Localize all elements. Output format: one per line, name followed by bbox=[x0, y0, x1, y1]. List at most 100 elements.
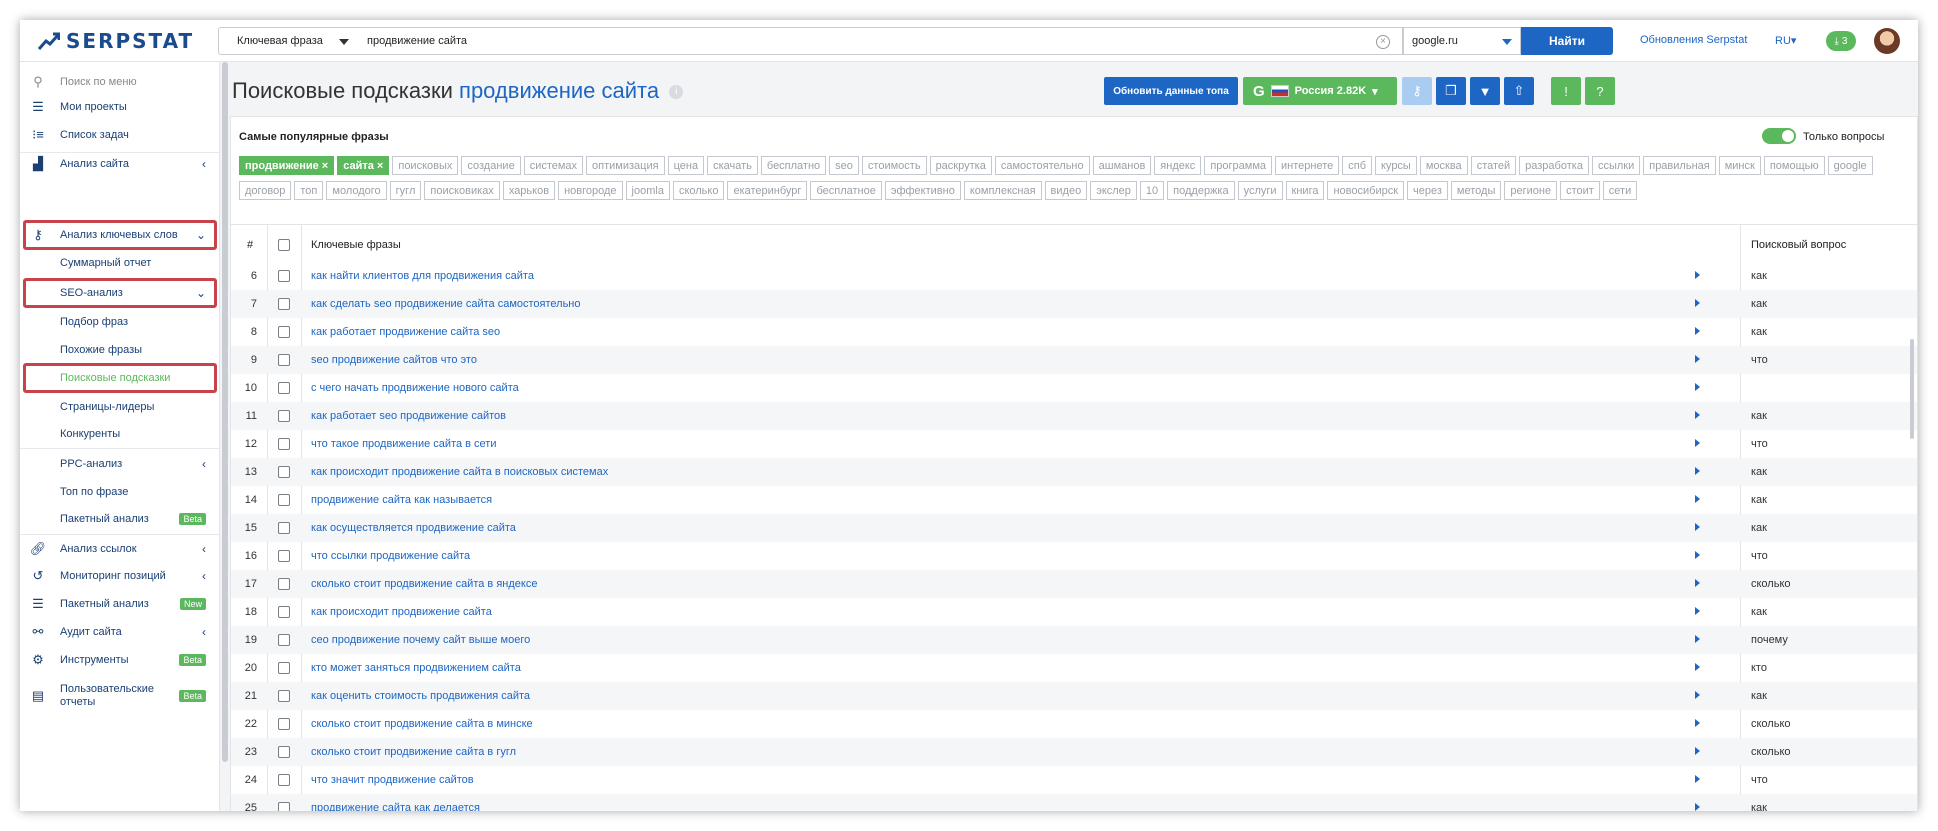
keyword-link[interactable]: что значит продвижение сайтов bbox=[311, 774, 474, 786]
tag-filter[interactable]: через bbox=[1407, 181, 1448, 200]
sidebar-item-my-projects[interactable]: ☰ Мои проекты bbox=[20, 93, 220, 121]
sidebar-item-search-suggestions[interactable]: Поисковые подсказки bbox=[20, 364, 220, 392]
sidebar-item-batch-analysis-beta[interactable]: Пакетный анализ Beta bbox=[20, 505, 220, 533]
tag-filter[interactable]: методы bbox=[1450, 181, 1502, 200]
downloads-badge[interactable]: ⤓ 3 bbox=[1826, 31, 1856, 51]
sidebar-item-phrase-selection[interactable]: Подбор фраз bbox=[20, 308, 220, 336]
tag-filter[interactable]: цена bbox=[667, 156, 705, 175]
tag-filter[interactable]: гугл bbox=[389, 181, 422, 200]
tag-filter[interactable]: регионе bbox=[1504, 181, 1558, 200]
keyword-link[interactable]: с чего начать продвижение нового сайта bbox=[311, 382, 519, 394]
tag-filter[interactable]: поисковиках bbox=[424, 181, 500, 200]
tag-filter[interactable]: ашманов bbox=[1092, 156, 1152, 175]
select-all-checkbox[interactable] bbox=[278, 239, 290, 251]
clear-icon[interactable]: × bbox=[1376, 35, 1390, 49]
tag-filter[interactable]: топ bbox=[294, 181, 324, 200]
sidebar-item-position-monitoring[interactable]: ↺ Мониторинг позиций ‹ bbox=[20, 562, 220, 590]
tag-filter[interactable]: услуги bbox=[1237, 181, 1283, 200]
tag-filter[interactable]: экслер bbox=[1090, 181, 1137, 200]
sidebar-item-top-by-phrase[interactable]: Топ по фразе bbox=[20, 478, 220, 506]
tag-filter[interactable]: москва bbox=[1419, 156, 1468, 175]
update-top-button[interactable]: Обновить данные топа bbox=[1104, 77, 1238, 105]
expand-arrow-icon[interactable] bbox=[1695, 663, 1700, 671]
keyword-link[interactable]: как оценить стоимость продвижения сайта bbox=[311, 690, 530, 702]
tag-filter[interactable]: самостоятельно bbox=[994, 156, 1090, 175]
keyword-link[interactable]: продвижение сайта как делается bbox=[311, 802, 480, 811]
expand-arrow-icon[interactable] bbox=[1695, 607, 1700, 615]
keyword-link[interactable]: сколько стоит продвижение сайта в гугл bbox=[311, 746, 516, 758]
database-select[interactable]: google.ru bbox=[1403, 27, 1521, 55]
tag-filter[interactable]: яндекс bbox=[1154, 156, 1202, 175]
sidebar-item-custom-reports[interactable]: ▤ Пользовательские отчеты Beta bbox=[20, 678, 220, 714]
tag-filter[interactable]: сколько bbox=[672, 181, 725, 200]
sidebar-scrollbar[interactable] bbox=[222, 62, 228, 762]
tag-filter[interactable]: оптимизация bbox=[586, 156, 665, 175]
selected-tag[interactable]: продвижение × bbox=[239, 156, 335, 175]
search-input[interactable]: продвижение сайта × bbox=[357, 27, 1403, 55]
tag-filter[interactable]: раскрутка bbox=[929, 156, 992, 175]
keyword-link[interactable]: как работает seo продвижение сайтов bbox=[311, 410, 506, 422]
tag-filter[interactable]: seo bbox=[829, 156, 859, 175]
tag-filter[interactable]: скачать bbox=[707, 156, 758, 175]
expand-arrow-icon[interactable] bbox=[1695, 775, 1700, 783]
tag-filter[interactable]: книга bbox=[1285, 181, 1325, 200]
tag-filter[interactable]: сети bbox=[1602, 181, 1638, 200]
tag-filter[interactable]: помощью bbox=[1763, 156, 1825, 175]
keyword-link[interactable]: сео продвижение почему сайт выше моего bbox=[311, 634, 530, 646]
tag-filter[interactable]: разработка bbox=[1519, 156, 1589, 175]
filter-button[interactable]: ▼ bbox=[1470, 77, 1500, 105]
expand-arrow-icon[interactable] bbox=[1695, 327, 1700, 335]
copy-button[interactable]: ❐ bbox=[1436, 77, 1466, 105]
expand-arrow-icon[interactable] bbox=[1695, 439, 1700, 447]
keyword-link[interactable]: продвижение сайта как называется bbox=[311, 494, 492, 506]
tag-filter[interactable]: бесплатно bbox=[760, 156, 827, 175]
row-checkbox[interactable] bbox=[278, 270, 290, 282]
row-checkbox[interactable] bbox=[278, 578, 290, 590]
tag-filter[interactable]: курсы bbox=[1375, 156, 1417, 175]
keyword-link[interactable]: seo продвижение сайтов что это bbox=[311, 354, 477, 366]
row-checkbox[interactable] bbox=[278, 746, 290, 758]
sidebar-item-site-analysis[interactable]: ▟ Анализ сайта ‹ bbox=[20, 150, 220, 178]
comment-button[interactable]: ! bbox=[1551, 77, 1581, 105]
updates-link[interactable]: Обновления Serpstat bbox=[1640, 34, 1747, 46]
expand-arrow-icon[interactable] bbox=[1695, 691, 1700, 699]
avatar[interactable] bbox=[1874, 28, 1900, 54]
keyword-link[interactable]: как работает продвижение сайта seo bbox=[311, 326, 500, 338]
row-checkbox[interactable] bbox=[278, 298, 290, 310]
query-type-select[interactable]: Ключевая фраза bbox=[218, 27, 358, 55]
sidebar-item-link-analysis[interactable]: 🔗︎ Анализ ссылок ‹ bbox=[20, 535, 220, 563]
region-select-button[interactable]: G Россия 2.82K ▾ bbox=[1243, 77, 1397, 105]
tag-filter[interactable]: поддержка bbox=[1167, 181, 1235, 200]
row-checkbox[interactable] bbox=[278, 326, 290, 338]
tag-filter[interactable]: молодого bbox=[326, 181, 387, 200]
expand-arrow-icon[interactable] bbox=[1695, 747, 1700, 755]
expand-arrow-icon[interactable] bbox=[1695, 355, 1700, 363]
row-checkbox[interactable] bbox=[278, 494, 290, 506]
expand-arrow-icon[interactable] bbox=[1695, 803, 1700, 811]
sidebar-item-tools[interactable]: ⚙ Инструменты Beta bbox=[20, 646, 220, 674]
row-checkbox[interactable] bbox=[278, 634, 290, 646]
serpstat-logo[interactable]: SERPSTAT bbox=[38, 29, 194, 53]
tag-filter[interactable]: бесплатное bbox=[810, 181, 882, 200]
tag-filter[interactable]: правильная bbox=[1643, 156, 1716, 175]
row-checkbox[interactable] bbox=[278, 354, 290, 366]
find-button[interactable]: Найти bbox=[1521, 27, 1613, 55]
tag-filter[interactable]: договор bbox=[239, 181, 292, 200]
sidebar-item-task-list[interactable]: ⁝≡ Список задач bbox=[20, 121, 220, 149]
tag-filter[interactable]: спб bbox=[1342, 156, 1372, 175]
row-checkbox[interactable] bbox=[278, 774, 290, 786]
expand-arrow-icon[interactable] bbox=[1695, 635, 1700, 643]
menu-search[interactable]: ⚲ Поиск по меню bbox=[20, 68, 220, 96]
keyword-link[interactable]: как осуществляется продвижение сайта bbox=[311, 522, 516, 534]
tag-filter[interactable]: харьков bbox=[502, 181, 556, 200]
row-checkbox[interactable] bbox=[278, 662, 290, 674]
tag-filter[interactable]: новгороде bbox=[558, 181, 623, 200]
row-checkbox[interactable] bbox=[278, 466, 290, 478]
help-button[interactable]: ? bbox=[1585, 77, 1615, 105]
tag-filter[interactable]: google bbox=[1827, 156, 1873, 175]
keyword-link[interactable]: сколько стоит продвижение сайта в минске bbox=[311, 718, 533, 730]
row-checkbox[interactable] bbox=[278, 690, 290, 702]
sidebar-item-batch-analysis-new[interactable]: ☰ Пакетный анализ New bbox=[20, 590, 220, 618]
tag-filter[interactable]: системах bbox=[523, 156, 584, 175]
row-checkbox[interactable] bbox=[278, 522, 290, 534]
